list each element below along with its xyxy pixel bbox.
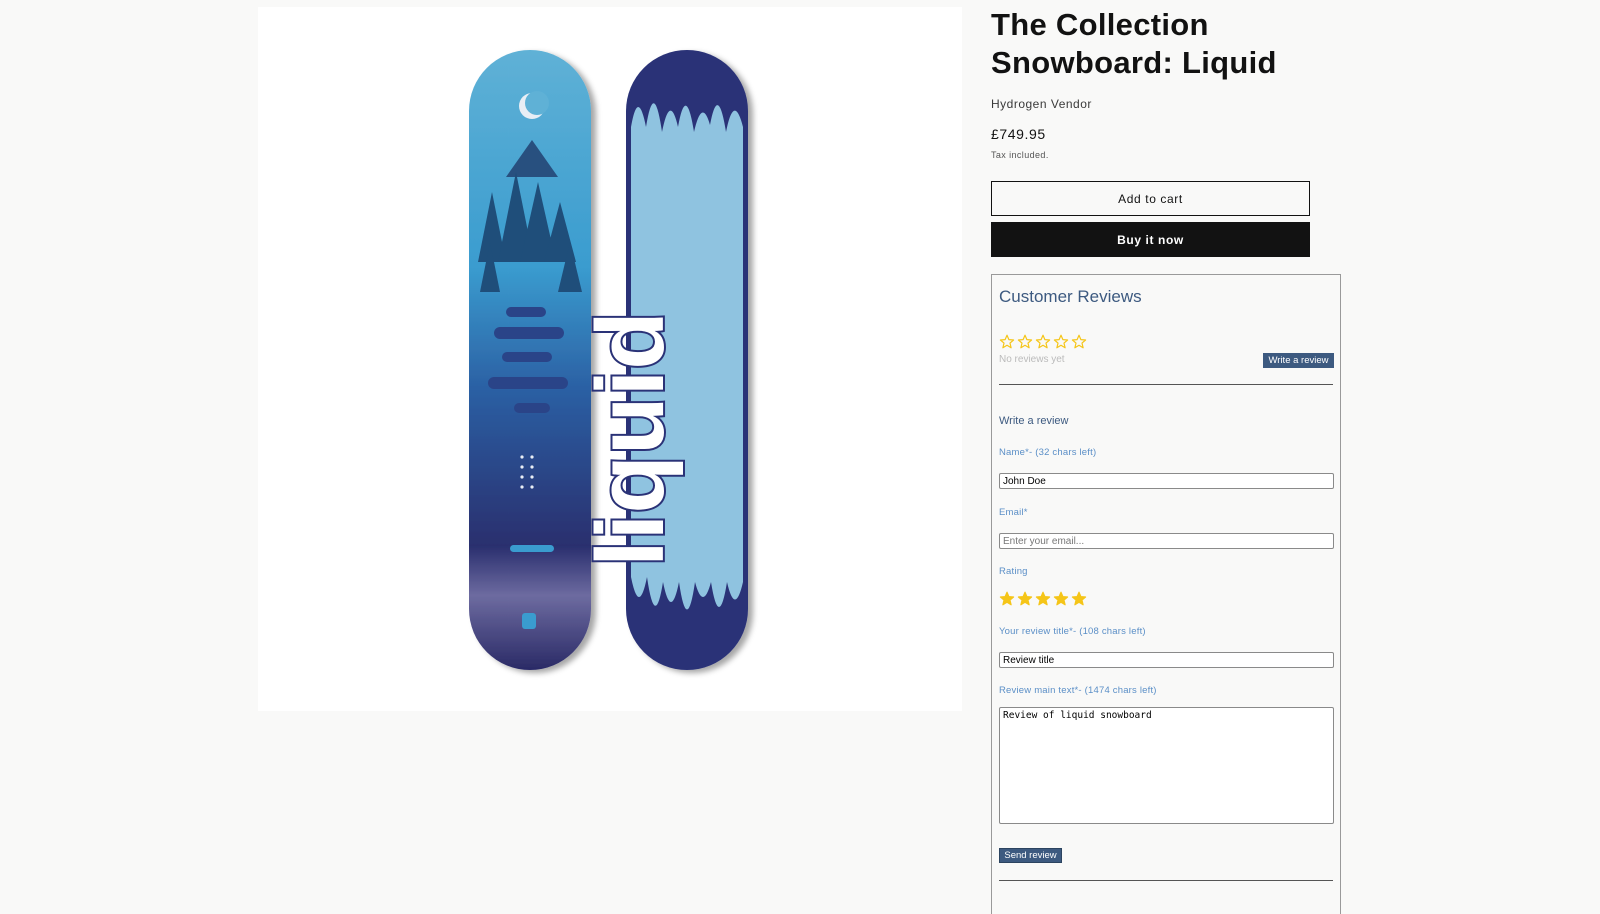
board-graphic-text: liquid [575,309,686,569]
star-empty-icon [1053,334,1069,350]
average-rating-stars [999,334,1087,350]
star-filled-icon[interactable] [1053,591,1069,607]
review-body-label: Review main text*- (1474 chars left) [999,685,1157,696]
review-form-heading: Write a review [999,415,1069,427]
tax-note: Tax included. [991,150,1049,160]
buy-now-button[interactable]: Buy it now [991,222,1310,257]
snowboard-illustration: liquid [469,50,748,670]
name-label: Name*- (32 chars left) [999,447,1097,458]
star-empty-icon [999,334,1015,350]
send-review-button[interactable]: Send review [999,848,1062,863]
review-title-label: Your review title*- (108 chars left) [999,626,1146,637]
name-field[interactable] [999,473,1334,489]
product-price: £749.95 [991,126,1046,142]
svg-text:liquid: liquid [577,311,684,567]
star-empty-icon [1017,334,1033,350]
star-empty-icon [1035,334,1051,350]
divider [999,880,1333,881]
review-body-textarea[interactable]: Review of liquid snowboard [999,707,1334,824]
review-title-field[interactable] [999,652,1334,668]
divider [999,384,1333,385]
write-review-button[interactable]: Write a review [1263,353,1334,368]
rating-label: Rating [999,566,1028,577]
product-image[interactable]: liquid [258,7,962,711]
star-filled-icon[interactable] [1071,591,1087,607]
customer-reviews-widget: Customer Reviews No reviews yet Write a … [991,274,1341,914]
star-empty-icon [1071,334,1087,350]
reviews-title: Customer Reviews [999,287,1142,306]
add-to-cart-button[interactable]: Add to cart [991,181,1310,216]
star-filled-icon[interactable] [999,591,1015,607]
star-filled-icon[interactable] [1035,591,1051,607]
star-filled-icon[interactable] [1017,591,1033,607]
no-reviews-text: No reviews yet [999,354,1065,365]
email-field[interactable] [999,533,1334,549]
product-vendor: Hydrogen Vendor [991,97,1092,111]
email-label: Email* [999,507,1028,518]
product-title: The Collection Snowboard: Liquid [991,7,1277,80]
rating-input-stars[interactable] [999,591,1087,607]
